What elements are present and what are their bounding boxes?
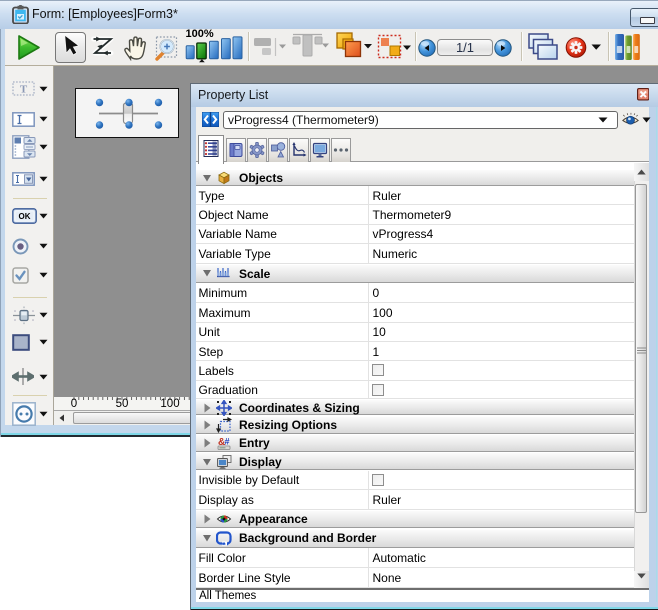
- svg-text:T: T: [20, 84, 28, 96]
- svg-text:OK: OK: [19, 212, 31, 221]
- svg-text:#: #: [225, 436, 230, 446]
